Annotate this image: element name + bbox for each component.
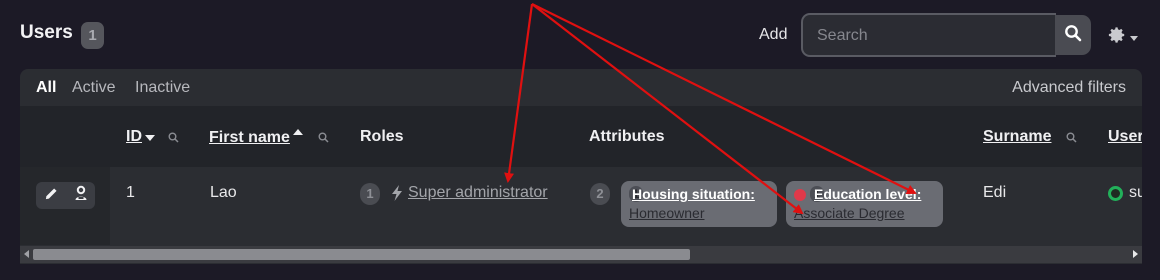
- gear-icon: [1108, 26, 1126, 49]
- cell-surname: Edi: [983, 184, 1007, 201]
- attribute-key: Housing situation:: [632, 186, 755, 202]
- column-header-surname[interactable]: Surname: [983, 128, 1051, 146]
- horizontal-scrollbar[interactable]: [20, 246, 1142, 263]
- search-button[interactable]: [1055, 15, 1091, 55]
- column-header-attributes: Attributes: [589, 128, 665, 145]
- column-header-first-name[interactable]: First name: [209, 128, 304, 147]
- search-icon: [1064, 24, 1082, 47]
- status-active-icon: [1108, 185, 1123, 201]
- search-box: [801, 13, 1056, 57]
- tab-active[interactable]: Active: [72, 79, 116, 97]
- cell-user-status: su: [1108, 184, 1142, 202]
- page-title: Users: [20, 22, 73, 43]
- attribute-key: Education level:: [814, 186, 922, 202]
- table-header: ID First name Roles Attributes Surname U…: [20, 106, 1142, 167]
- roles-count-badge: 1: [360, 183, 380, 205]
- column-header-user[interactable]: User: [1108, 128, 1142, 146]
- column-header-id[interactable]: ID: [126, 128, 156, 146]
- users-count-badge: 1: [81, 22, 104, 49]
- cell-id: 1: [126, 184, 135, 201]
- pencil-icon[interactable]: [44, 186, 59, 206]
- users-panel: All Active Inactive Advanced filters ID …: [20, 69, 1142, 264]
- user-badge-icon[interactable]: [74, 185, 88, 206]
- tab-inactive[interactable]: Inactive: [135, 79, 190, 97]
- attribute-value[interactable]: Homeowner: [629, 205, 704, 221]
- scroll-left-arrow-icon[interactable]: [24, 250, 29, 258]
- search-icon[interactable]: [1066, 130, 1077, 148]
- attribute-chip-housing-situation[interactable]: 1 Housing situation: Homeowner: [621, 181, 777, 227]
- page-header: Users 1 Add: [0, 0, 1160, 70]
- status-label: su: [1129, 184, 1142, 201]
- column-header-roles: Roles: [360, 128, 404, 145]
- attribute-value[interactable]: Associate Degree: [794, 205, 905, 221]
- scrollbar-thumb[interactable]: [33, 249, 690, 260]
- row-actions: [36, 182, 95, 209]
- attribute-chip-education-level[interactable]: 1 Education level: Associate Degree: [786, 181, 943, 227]
- tab-all[interactable]: All: [36, 79, 56, 97]
- row-actions-cell: [20, 167, 110, 245]
- advanced-filters-link[interactable]: Advanced filters: [1012, 79, 1126, 97]
- sort-descending-icon: [145, 135, 155, 141]
- status-filter-tabs: All Active Inactive Advanced filters: [20, 69, 1142, 106]
- add-user-button[interactable]: Add: [759, 26, 787, 44]
- settings-dropdown[interactable]: [1108, 26, 1138, 49]
- attributes-count-badge: 2: [590, 183, 610, 205]
- cell-first-name: Lao: [210, 184, 237, 201]
- role-link-super-administrator[interactable]: Super administrator: [408, 184, 548, 202]
- sort-ascending-icon: [292, 129, 303, 135]
- alert-dot-icon: [794, 189, 806, 201]
- actions-column-header: [20, 106, 110, 167]
- search-input[interactable]: [815, 24, 1045, 48]
- search-icon[interactable]: [168, 130, 179, 148]
- chevron-down-icon: [1130, 29, 1138, 47]
- lightning-icon: [391, 184, 403, 207]
- scroll-right-arrow-icon[interactable]: [1133, 250, 1138, 258]
- search-icon[interactable]: [318, 130, 329, 148]
- table-row: 1 Lao 1 Super administrator 2 1 Housing …: [20, 167, 1142, 245]
